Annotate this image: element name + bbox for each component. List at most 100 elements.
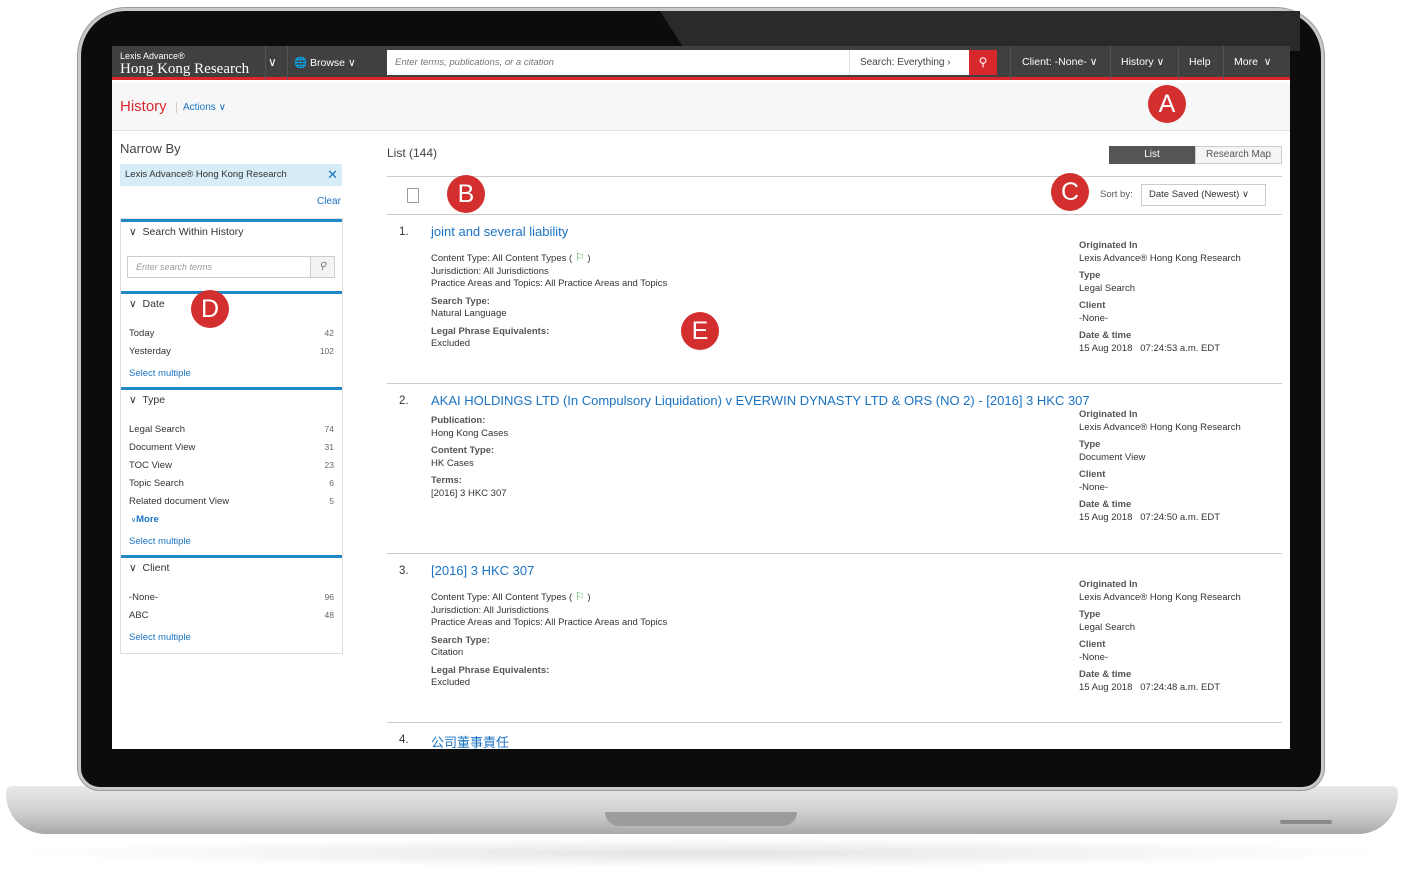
list-view-toggle[interactable]: List <box>1109 146 1195 164</box>
meta-value: -None- <box>1079 481 1109 493</box>
help-link[interactable]: Help <box>1189 56 1211 68</box>
detail-text: Content Type: All Content Types ( <box>431 253 573 264</box>
sort-dropdown[interactable]: Date Saved (Newest) ∨ <box>1141 184 1266 206</box>
laptop-frame: Lexis Advance® Hong Kong Research ∨ 🌐 Br… <box>0 0 1403 874</box>
search-within-section: ∨ Search Within History Enter search ter… <box>121 219 342 291</box>
divider <box>1010 46 1011 80</box>
search-within-placeholder: Enter search terms <box>136 262 213 272</box>
meta-value: Lexis Advance® Hong Kong Research <box>1079 591 1241 603</box>
flag-icon[interactable]: ⚐ <box>575 252 585 264</box>
search-icon: ⚲ <box>978 55 988 69</box>
date-option[interactable]: Yesterday 102 <box>129 346 334 357</box>
chevron-down-icon: ∨ <box>1241 189 1249 200</box>
type-header[interactable]: ∨ Type <box>129 394 165 406</box>
list-count-heading: List (144) <box>387 146 438 160</box>
detail-value: Citation <box>431 647 464 658</box>
chevron-down-icon: ∨ <box>1089 56 1098 68</box>
detail-key: Publication: <box>431 415 486 426</box>
search-button[interactable]: ⚲ <box>969 50 997 75</box>
date-option[interactable]: Today 42 <box>129 328 334 339</box>
meta-key: Type <box>1079 270 1101 281</box>
product-switcher-chevron-icon[interactable]: ∨ <box>268 55 277 69</box>
search-input[interactable] <box>387 50 849 75</box>
detail-text: ) <box>587 592 591 603</box>
chevron-down-icon: ∨ <box>218 102 226 113</box>
chevron-down-icon: ∨ <box>129 226 137 238</box>
close-icon[interactable]: ✕ <box>327 164 338 186</box>
callout-badge-e: E <box>681 312 719 350</box>
callout-badge-c: C <box>1051 173 1089 211</box>
item-title-link[interactable]: [2016] 3 HKC 307 <box>431 563 534 578</box>
divider <box>1178 46 1179 80</box>
narrow-by-panel: ∨ Search Within History Enter search ter… <box>120 218 343 654</box>
client-option-count: 48 <box>324 610 334 620</box>
chevron-down-icon: ∨ <box>129 298 137 310</box>
meta-key: Client <box>1079 300 1106 311</box>
meta-key: Date & time <box>1079 330 1132 341</box>
item-title-link[interactable]: joint and several liability <box>431 224 568 239</box>
client-select-multiple[interactable]: Select multiple <box>129 632 191 643</box>
type-option-count: 31 <box>324 442 334 452</box>
globe-icon: 🌐 <box>294 57 308 69</box>
date-section: ∨ Date Today 42 Yesterday 102 Select multi… <box>121 291 342 387</box>
client-option-count: 96 <box>324 592 334 602</box>
detail-key: Search Type: <box>431 634 490 646</box>
more-label: More <box>1234 56 1258 68</box>
page-header: History Actions ∨ <box>112 83 1290 131</box>
search-within-input[interactable]: Enter search terms ⚲ <box>127 256 335 278</box>
detail-text: Practice Areas and Topics: All Practice … <box>431 278 668 289</box>
detail-key: Search Type: <box>431 295 490 307</box>
type-option-count: 74 <box>324 424 334 434</box>
document-icon[interactable] <box>407 188 419 203</box>
type-option[interactable]: Topic Search 6 <box>129 478 334 489</box>
client-label: Client: -None- <box>1022 56 1087 68</box>
meta-key: Client <box>1079 639 1106 650</box>
type-option[interactable]: Related document View 5 <box>129 496 334 507</box>
type-option[interactable]: Legal Search 74 <box>129 424 334 435</box>
flag-icon[interactable]: ⚐ <box>575 591 585 603</box>
item-title-link[interactable]: 公司董事責任 <box>431 732 509 749</box>
meta-value: Lexis Advance® Hong Kong Research <box>1079 421 1241 433</box>
search-scope-dropdown[interactable]: Search: Everything › <box>849 50 969 75</box>
date-option-count: 42 <box>324 328 334 338</box>
app-logo[interactable]: Lexis Advance® Hong Kong Research <box>120 51 249 77</box>
search-icon[interactable]: ⚲ <box>310 257 334 277</box>
type-select-multiple[interactable]: Select multiple <box>129 536 191 547</box>
client-option-label: -None- <box>129 592 159 603</box>
date-header[interactable]: ∨ Date <box>129 298 165 310</box>
history-menu[interactable]: History ∨ <box>1121 56 1164 68</box>
item-meta: Originated In Lexis Advance® Hong Kong R… <box>1079 409 1241 524</box>
item-title-link[interactable]: AKAI HOLDINGS LTD (In Compulsory Liquida… <box>431 393 1090 408</box>
history-item: 1. joint and several liability Content T… <box>387 216 1282 384</box>
more-menu[interactable]: More ∨ <box>1234 56 1271 68</box>
actions-label: Actions <box>183 102 216 113</box>
detail-value: Excluded <box>431 338 471 349</box>
divider <box>1223 46 1224 80</box>
actions-menu[interactable]: Actions ∨ <box>176 102 226 113</box>
laptop-notch <box>605 812 797 826</box>
date-select-multiple[interactable]: Select multiple <box>129 368 191 379</box>
type-option[interactable]: Document View 31 <box>129 442 334 453</box>
laptop-indicator <box>1280 820 1332 824</box>
chevron-right-icon: › <box>947 57 951 68</box>
client-header[interactable]: ∨ Client <box>129 562 169 574</box>
clear-filters-link[interactable]: Clear <box>317 196 341 207</box>
item-details: Content Type: All Content Types ( ⚐ ) Ju… <box>431 252 667 351</box>
search-within-header[interactable]: ∨ Search Within History <box>129 226 243 238</box>
type-more-link[interactable]: ∨More <box>131 514 159 525</box>
date-label: Date <box>142 298 165 310</box>
detail-text: Jurisdiction: All Jurisdictions <box>431 265 549 277</box>
client-menu[interactable]: Client: -None- ∨ <box>1022 56 1097 68</box>
callout-badge-d: D <box>191 290 229 328</box>
meta-key: Type <box>1079 439 1101 450</box>
client-option[interactable]: -None- 96 <box>129 592 334 603</box>
bezel-glare <box>660 11 1300 51</box>
research-map-toggle[interactable]: Research Map <box>1195 146 1282 164</box>
client-option[interactable]: ABC 48 <box>129 610 334 621</box>
browse-menu[interactable]: 🌐 Browse ∨ <box>294 56 356 69</box>
active-filter-tag: Lexis Advance® Hong Kong Research ✕ <box>120 164 342 186</box>
type-option-label: Legal Search <box>129 424 185 435</box>
type-label: Type <box>142 394 166 406</box>
type-option[interactable]: TOC View 23 <box>129 460 334 471</box>
chevron-down-icon: ∨ <box>347 57 356 69</box>
